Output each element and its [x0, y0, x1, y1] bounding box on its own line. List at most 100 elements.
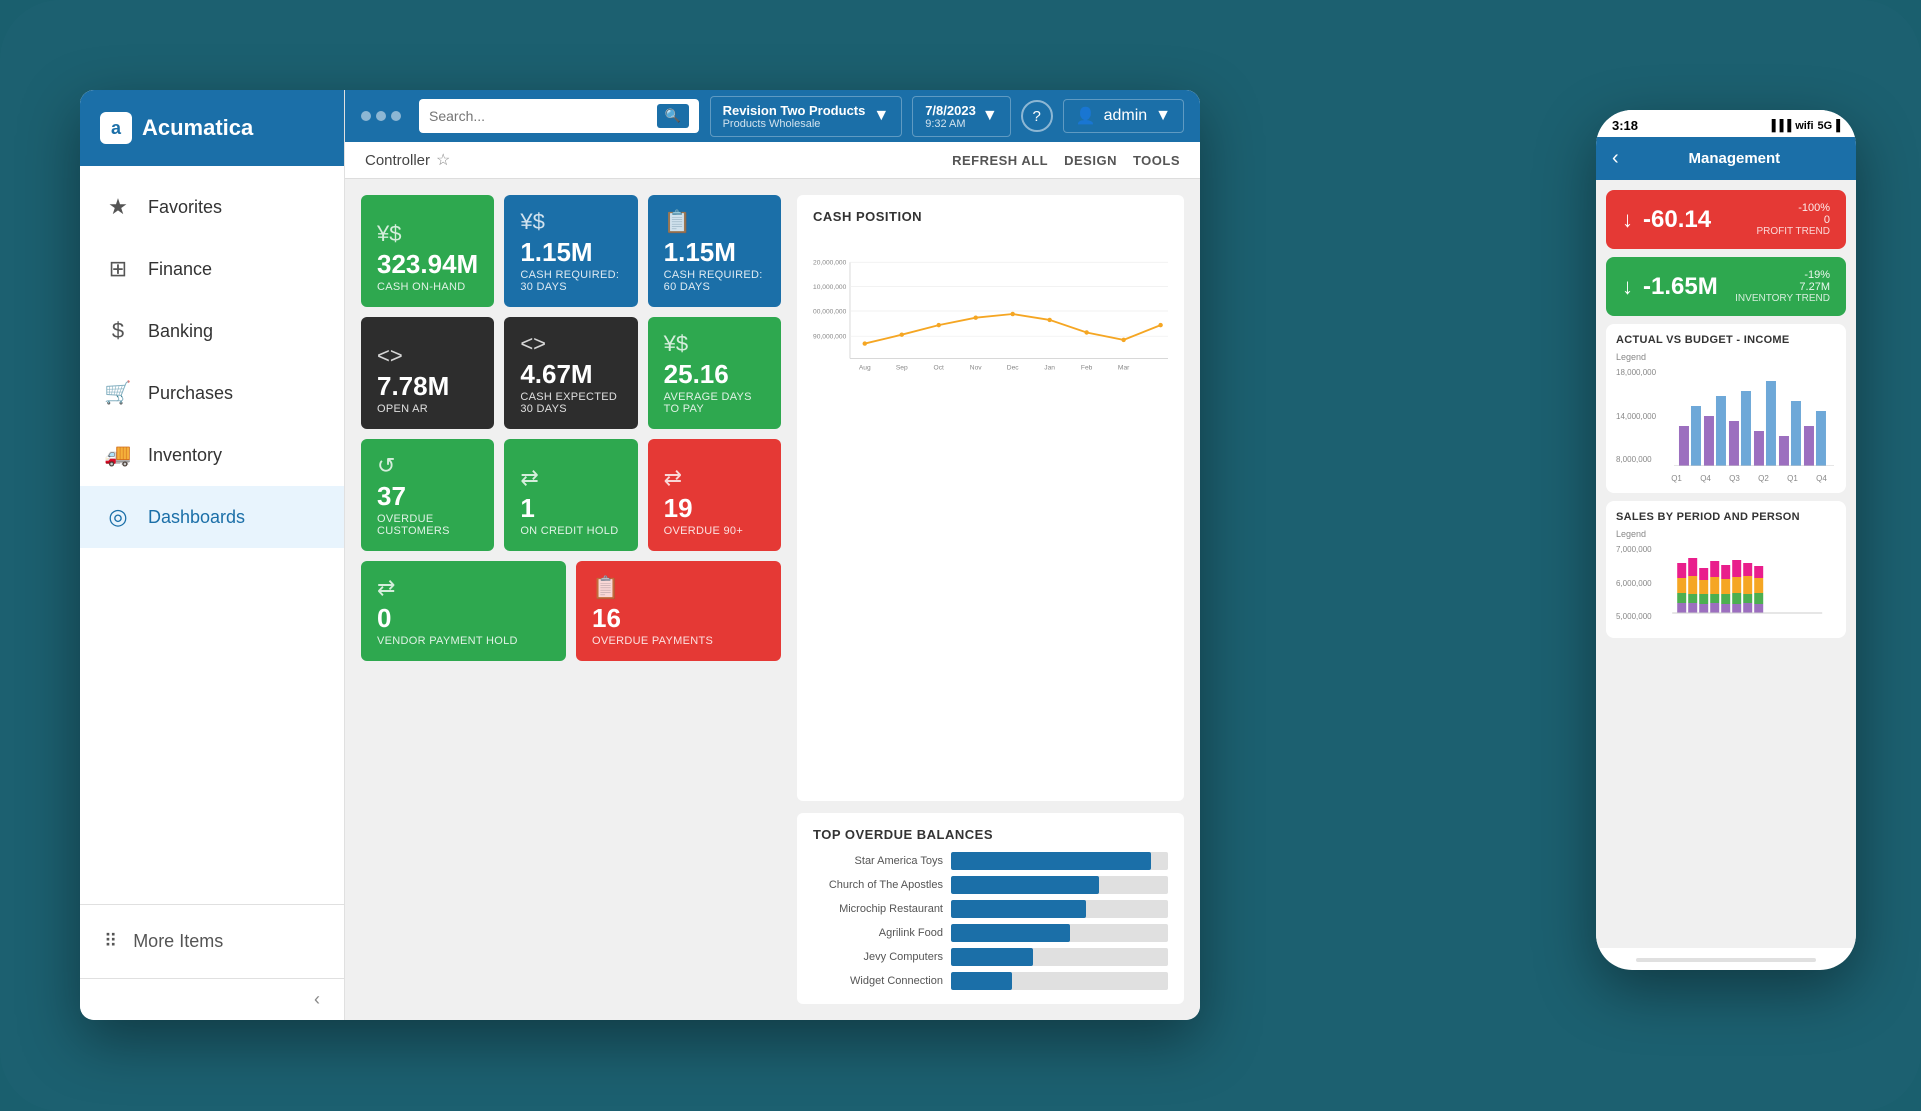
design-button[interactable]: DESIGN — [1064, 153, 1117, 168]
more-items-label: More Items — [133, 931, 223, 952]
signal-bars: ▐▐▐ — [1768, 120, 1791, 132]
user-selector[interactable]: 👤 admin ▼ — [1063, 99, 1184, 133]
tools-button[interactable]: TOOLS — [1133, 153, 1180, 168]
mobile-kpi-profit[interactable]: ↓ -60.14 -100% 0 PROFIT TREND — [1606, 190, 1846, 249]
cash-req-30-value: 1.15M — [520, 239, 621, 265]
company-selector[interactable]: Revision Two Products Products Wholesale… — [710, 96, 903, 137]
kpi-vendor-payment-hold[interactable]: ⇄ 0 VENDOR PAYMENT HOLD — [361, 561, 566, 661]
help-button[interactable]: ? — [1021, 100, 1053, 132]
kpi-on-credit-hold[interactable]: ⇄ 1 ON CREDIT HOLD — [504, 439, 637, 551]
bar-fill-6 — [951, 972, 1012, 990]
mobile-time: 3:18 — [1612, 118, 1638, 133]
svg-text:100,000,000: 100,000,000 — [813, 308, 847, 315]
sidebar-collapse: ‹ — [80, 978, 344, 1020]
open-ar-icon: <> — [377, 343, 478, 369]
cash-on-hand-label: CASH ON-HAND — [377, 281, 478, 293]
mobile-kpi-inventory[interactable]: ↓ -1.65M -19% 7.27M INVENTORY TREND — [1606, 257, 1846, 316]
overdue-bar-chart: Star America Toys Church of The Apostles — [813, 852, 1168, 990]
income-chart-area: 18,000,000 14,000,000 8,000,000 — [1616, 366, 1836, 483]
overdue-payments-label: OVERDUE PAYMENTS — [592, 635, 765, 647]
sidebar-item-dashboards[interactable]: ◎ Dashboards — [80, 486, 344, 548]
mobile-bottom-bar — [1636, 958, 1816, 962]
sales-y-axis: 7,000,000 6,000,000 5,000,000 — [1616, 543, 1652, 623]
sidebar-label-finance: Finance — [148, 259, 212, 280]
bar-track-3 — [951, 900, 1168, 918]
cash-on-hand-value: 323.94M — [377, 251, 478, 277]
datetime-chevron-icon: ▼ — [982, 107, 998, 125]
sidebar-more-items[interactable]: ⠿ More Items — [104, 921, 320, 962]
kpi-overdue-payments[interactable]: 📋 16 OVERDUE PAYMENTS — [576, 561, 781, 661]
overdue-section-title: TOP OVERDUE BALANCES — [813, 827, 1168, 842]
kpi-overdue-customers[interactable]: ↺ 37 OVERDUE CUSTOMERS — [361, 439, 494, 551]
refresh-all-button[interactable]: REFRESH ALL — [952, 153, 1048, 168]
bar-row-6: Widget Connection — [813, 972, 1168, 990]
cash-position-section: CASH POSITION 120,00 — [797, 195, 1184, 801]
mobile-back-button[interactable]: ‹ — [1612, 147, 1619, 170]
bar-track-5 — [951, 948, 1168, 966]
svg-text:Sep: Sep — [896, 364, 908, 371]
income-x-q1b: Q1 — [1787, 474, 1798, 483]
svg-text:Oct: Oct — [934, 364, 944, 371]
sidebar-label-dashboards: Dashboards — [148, 507, 245, 528]
credit-hold-icon: ⇄ — [520, 465, 621, 491]
subheader: Controller ☆ REFRESH ALL DESIGN TOOLS — [345, 142, 1200, 179]
kpi-cash-required-60[interactable]: 📋 1.15M CASH REQUIRED: 60 DAYS — [648, 195, 781, 307]
kpi-cash-on-hand[interactable]: ¥$ 323.94M CASH ON-HAND — [361, 195, 494, 307]
vendor-hold-icon: ⇄ — [377, 575, 550, 601]
inventory-value: -1.65M — [1643, 273, 1718, 301]
svg-text:Mar: Mar — [1118, 364, 1130, 371]
kpi-cash-required-30[interactable]: ¥$ 1.15M CASH REQUIRED: 30 DAYS — [504, 195, 637, 307]
bar-fill-1 — [951, 852, 1151, 870]
search-button[interactable]: 🔍 — [657, 104, 689, 128]
breadcrumb-text: Controller — [365, 152, 430, 169]
profit-sub: 0 — [1756, 214, 1830, 226]
bar-track-2 — [951, 876, 1168, 894]
sidebar-bottom: ⠿ More Items — [80, 904, 344, 978]
overdue-payments-value: 16 — [592, 605, 765, 631]
sales-chart-area: 7,000,000 6,000,000 5,000,000 — [1616, 543, 1836, 628]
kpi-open-ar[interactable]: <> 7.78M OPEN AR — [361, 317, 494, 429]
sidebar-item-banking[interactable]: $ Banking — [80, 300, 344, 362]
sidebar-collapse-button[interactable]: ‹ — [314, 989, 320, 1010]
kpi-cash-expected-30[interactable]: <> 4.67M CASH EXPECTED 30 DAYS — [504, 317, 637, 429]
kpi-avg-days-pay[interactable]: ¥$ 25.16 AVERAGE DAYS TO PAY — [648, 317, 781, 429]
income-x-q1: Q1 — [1671, 474, 1682, 483]
kpi-overdue-90[interactable]: ⇄ 19 OVERDUE 90+ — [648, 439, 781, 551]
inventory-arrow-icon: ↓ — [1622, 274, 1633, 300]
profit-value: -60.14 — [1643, 206, 1711, 234]
date-display: 7/8/2023 — [925, 103, 976, 118]
topbar: 🔍 Revision Two Products Products Wholesa… — [345, 90, 1200, 142]
overdue-customers-value: 37 — [377, 483, 478, 509]
company-info: Revision Two Products Products Wholesale — [723, 103, 866, 130]
overdue-90-icon: ⇄ — [664, 465, 765, 491]
bar-row-4: Agrilink Food — [813, 924, 1168, 942]
bar-row-5: Jevy Computers — [813, 948, 1168, 966]
bar-label-5: Jevy Computers — [813, 951, 943, 963]
sales-y-bot: 5,000,000 — [1616, 612, 1652, 621]
bar-track-4 — [951, 924, 1168, 942]
cash-req-30-label: CASH REQUIRED: 30 DAYS — [520, 269, 621, 293]
bar-label-3: Microchip Restaurant — [813, 903, 943, 915]
datetime-selector[interactable]: 7/8/2023 9:32 AM ▼ — [912, 96, 1010, 137]
overdue-customers-label: OVERDUE CUSTOMERS — [377, 513, 478, 537]
credit-hold-value: 1 — [520, 495, 621, 521]
breadcrumb-star-icon[interactable]: ☆ — [436, 150, 450, 170]
wifi-icon: wifi — [1795, 120, 1813, 132]
bar-fill-5 — [951, 948, 1033, 966]
vendor-hold-value: 0 — [377, 605, 550, 631]
avg-days-label: AVERAGE DAYS TO PAY — [664, 391, 765, 415]
kpi-row-1: ¥$ 323.94M CASH ON-HAND ¥$ 1.15M CASH RE… — [361, 195, 781, 307]
svg-text:Feb: Feb — [1081, 364, 1093, 371]
sidebar-item-finance[interactable]: ⊞ Finance — [80, 238, 344, 300]
outer-container: a Acumatica ★ Favorites ⊞ Finance $ Bank… — [0, 0, 1921, 1111]
logo-icon: a — [100, 112, 132, 144]
sidebar-item-inventory[interactable]: 🚚 Inventory — [80, 424, 344, 486]
mobile-sales-chart: SALES BY PERIOD AND PERSON Legend 7,000,… — [1606, 501, 1846, 638]
sidebar-item-purchases[interactable]: 🛒 Purchases — [80, 362, 344, 424]
search-input[interactable] — [429, 108, 649, 124]
dashboard: ¥$ 323.94M CASH ON-HAND ¥$ 1.15M CASH RE… — [345, 179, 1200, 1020]
open-ar-value: 7.78M — [377, 373, 478, 399]
sidebar-label-purchases: Purchases — [148, 383, 233, 404]
dot-1 — [361, 111, 371, 121]
sidebar-item-favorites[interactable]: ★ Favorites — [80, 176, 344, 238]
